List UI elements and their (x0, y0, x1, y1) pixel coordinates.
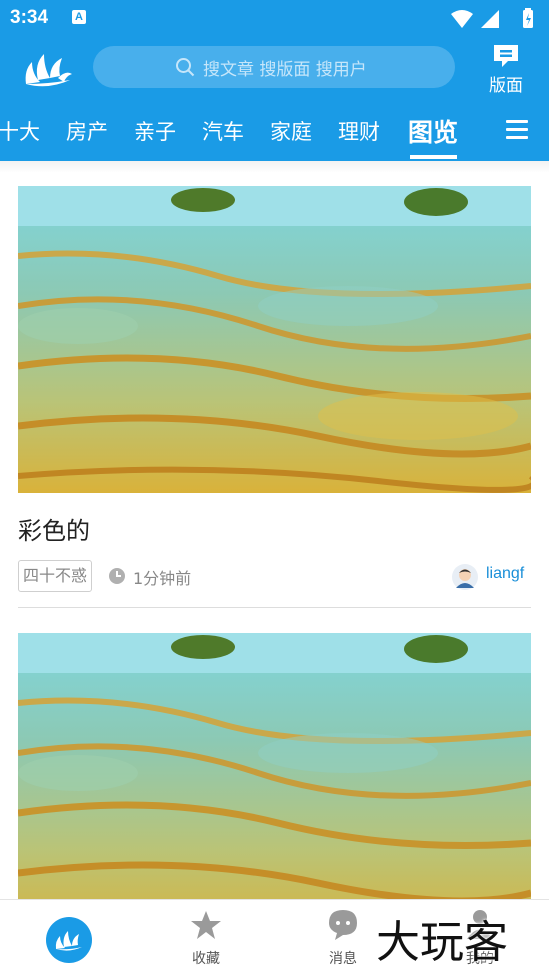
tab-licai[interactable]: 理财 (338, 116, 380, 146)
notification-a-icon: A (72, 10, 86, 24)
search-bar[interactable]: 搜文章 搜版面 搜用户 (93, 46, 455, 88)
post-photo-2[interactable] (18, 633, 531, 899)
tab-qiche[interactable]: 汽车 (202, 116, 244, 146)
app-logo-icon[interactable] (22, 48, 74, 88)
clock-icon (109, 568, 125, 584)
post-title[interactable]: 彩色的 (18, 511, 90, 546)
wifi-icon (451, 10, 473, 28)
bankuai-button[interactable]: 版面 (478, 41, 534, 96)
tab-qinzi[interactable]: 亲子 (134, 116, 176, 146)
watermark: 大玩客 (376, 917, 508, 968)
star-icon (191, 911, 221, 939)
search-placeholder: 搜文章 搜版面 搜用户 (203, 60, 367, 80)
nav-favorites-label: 收藏 (192, 951, 220, 967)
category-tabs: 十大 房产 亲子 汽车 家庭 理财 图览 (0, 98, 549, 161)
board-icon (494, 45, 518, 67)
post-author[interactable]: liangf (486, 565, 524, 583)
tab-tulan[interactable]: 图览 (408, 113, 458, 149)
menu-icon[interactable] (506, 120, 528, 140)
nav-home[interactable] (14, 900, 124, 978)
status-icons (451, 8, 533, 28)
message-icon (329, 910, 357, 940)
bankuai-label: 版面 (489, 76, 523, 96)
status-time: 3:34 (10, 7, 49, 28)
signal-icon (481, 10, 499, 28)
tab-fangchan[interactable]: 房产 (66, 116, 108, 146)
feed: 彩色的 四十不惑 1分钟前 liangf (0, 161, 549, 899)
nav-favorites[interactable]: 收藏 (151, 900, 261, 978)
tab-jiating[interactable]: 家庭 (270, 116, 312, 146)
status-bar: 3:34 A (0, 0, 549, 36)
post-tag[interactable]: 四十不惑 (18, 560, 93, 592)
active-tab-indicator (410, 155, 457, 159)
home-logo-icon (46, 917, 92, 963)
tab-shida[interactable]: 十大 (0, 116, 40, 146)
avatar-icon[interactable] (452, 564, 478, 590)
header: 搜文章 搜版面 搜用户 版面 (0, 36, 549, 98)
search-icon (176, 58, 195, 77)
post-time: 1分钟前 (133, 569, 192, 588)
divider (18, 607, 531, 608)
post-photo[interactable] (18, 186, 531, 493)
